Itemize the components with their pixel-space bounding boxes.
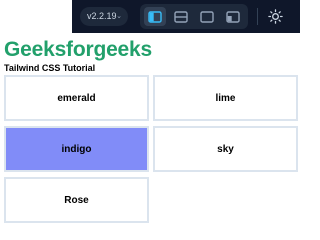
theme-toggle-button[interactable] bbox=[266, 7, 285, 26]
grid-item-sky: sky bbox=[153, 126, 298, 172]
split-vertical-icon bbox=[148, 10, 162, 23]
grid-item-lime: lime bbox=[153, 75, 298, 121]
split-vertical-button[interactable] bbox=[144, 7, 166, 26]
grid-item-label: Rose bbox=[64, 194, 89, 206]
grid-item-emerald: emerald bbox=[4, 75, 149, 121]
sun-icon bbox=[268, 9, 283, 24]
toolbar-divider bbox=[257, 8, 258, 25]
sidebar-layout-button[interactable] bbox=[222, 7, 244, 26]
grid-item-label: emerald bbox=[57, 92, 96, 104]
version-select[interactable]: v2.2.19 ⌄ bbox=[80, 7, 128, 26]
version-label: v2.2.19 bbox=[87, 11, 117, 21]
grid-item-label: lime bbox=[215, 92, 236, 104]
grid-item-indigo: indigo bbox=[4, 126, 149, 172]
grid-item-label: sky bbox=[217, 143, 234, 155]
split-horizontal-icon bbox=[174, 10, 188, 23]
preview-only-button[interactable] bbox=[196, 7, 218, 26]
grid-item-label: indigo bbox=[61, 143, 92, 155]
split-horizontal-button[interactable] bbox=[170, 7, 192, 26]
preview-only-icon bbox=[200, 10, 214, 23]
page-title: Geeksforgeeks bbox=[4, 38, 152, 61]
sidebar-layout-icon bbox=[226, 10, 240, 23]
grid-item-rose: Rose bbox=[4, 177, 149, 223]
page-subtitle: Tailwind CSS Tutorial bbox=[4, 63, 96, 73]
top-toolbar-area: v2.2.19 ⌄ bbox=[0, 0, 300, 33]
chevron-down-icon: ⌄ bbox=[116, 13, 122, 20]
layout-switcher bbox=[140, 4, 248, 29]
